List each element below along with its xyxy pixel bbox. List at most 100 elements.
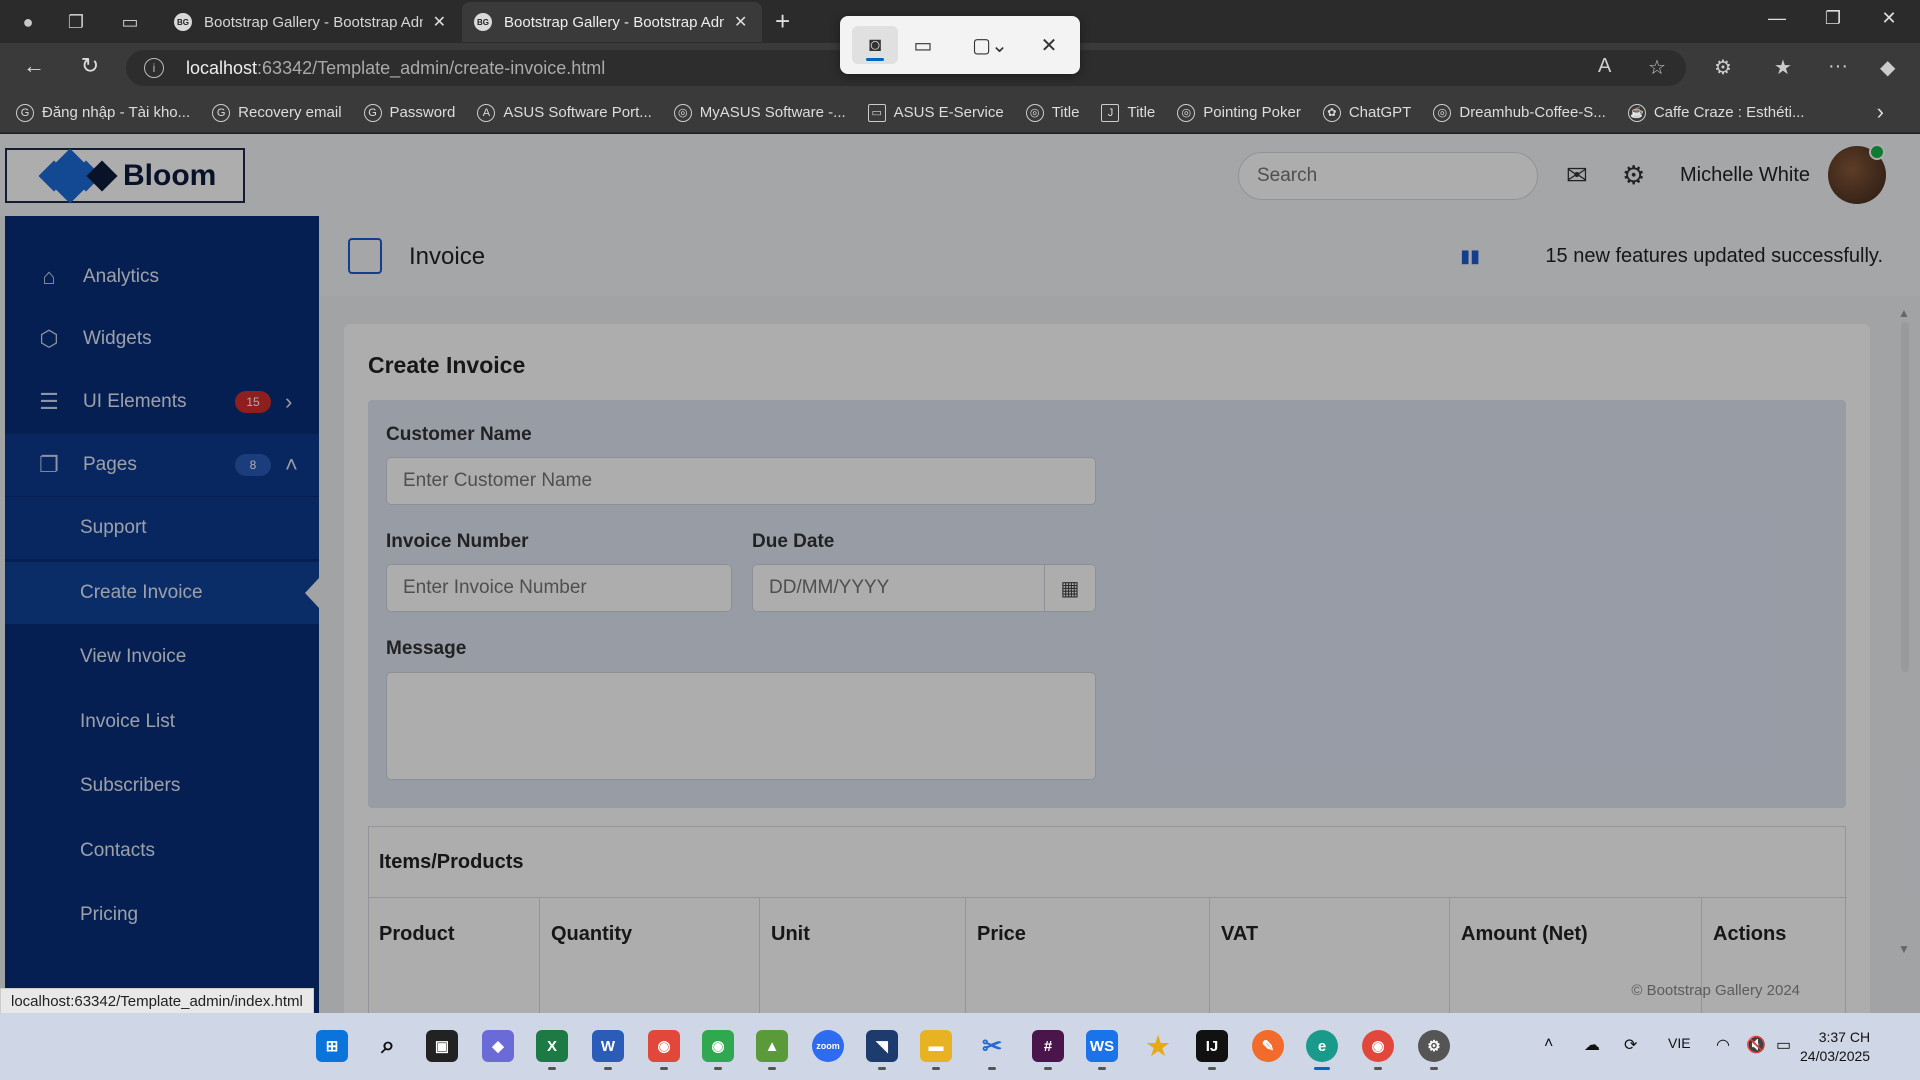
sidebar-item-invoice-list[interactable]: Invoice List — [5, 691, 319, 753]
sidebar-item-analytics[interactable]: ⌂ Analytics — [5, 246, 319, 308]
refresh-icon[interactable]: ↻ — [74, 53, 106, 79]
scroll-thumb[interactable] — [1901, 322, 1909, 672]
sidebar-item-widgets[interactable]: ⬡ Widgets — [5, 308, 319, 370]
favorite-star-icon[interactable]: ☆ — [1648, 55, 1666, 80]
search-icon[interactable]: ⌕ — [372, 1030, 404, 1062]
minimize-icon[interactable]: — — [1754, 8, 1800, 29]
intellij-icon[interactable]: IJ — [1196, 1030, 1228, 1070]
close-tab-icon[interactable]: ✕ — [734, 12, 747, 32]
language-indicator[interactable]: VIE — [1668, 1035, 1691, 1051]
tab-actions-icon[interactable]: ▭ — [116, 8, 144, 36]
slack-icon[interactable]: # — [1032, 1030, 1064, 1070]
workspaces-icon[interactable]: ❐ — [62, 8, 90, 36]
bookmark-item[interactable]: ▭ ASUS E-Service — [867, 103, 1004, 122]
mail-icon[interactable]: ✉ — [1566, 160, 1588, 191]
bookmark-label: MyASUS Software -... — [699, 104, 846, 121]
calendar-icon[interactable]: ▦ — [1044, 564, 1096, 612]
bookmark-item[interactable]: G Recovery email — [212, 103, 342, 122]
sidebar-item-view-invoice[interactable]: View Invoice — [5, 626, 319, 688]
camera-icon[interactable]: ◙ — [852, 26, 898, 64]
battery-icon[interactable]: ▭ — [1776, 1035, 1791, 1055]
bookmark-item[interactable]: J Title — [1101, 103, 1155, 122]
word-icon[interactable]: W — [592, 1030, 624, 1070]
photos-icon[interactable]: ▲ — [756, 1030, 788, 1070]
bookmark-item[interactable]: ☕ Caffe Craze : Esthéti... — [1627, 103, 1805, 122]
sidebar-item-create-invoice[interactable]: Create Invoice — [5, 562, 319, 624]
close-tab-icon[interactable]: ✕ — [433, 12, 446, 32]
sidebar-item-support[interactable]: Support — [5, 497, 319, 559]
customer-name-input[interactable] — [386, 457, 1096, 505]
wifi-icon[interactable]: ◠ — [1716, 1035, 1730, 1055]
chrome-profile-icon[interactable]: ◉ — [702, 1030, 734, 1070]
new-tab-icon[interactable]: + — [775, 6, 790, 37]
invoice-number-input[interactable] — [386, 564, 732, 612]
back-icon[interactable]: ← — [18, 53, 50, 79]
search-input[interactable] — [1238, 152, 1538, 200]
chevron-right-icon[interactable]: › — [1877, 99, 1884, 125]
bookmark-item[interactable]: ◎ Pointing Poker — [1177, 103, 1301, 122]
bookmark-label: Caffe Craze : Esthéti... — [1653, 104, 1805, 121]
bookmark-item[interactable]: ◎ MyASUS Software -... — [673, 103, 846, 122]
mute-icon[interactable]: 🔇 — [1746, 1035, 1766, 1055]
edge-icon[interactable]: e — [1306, 1030, 1338, 1070]
sidebar-item-label: Support — [80, 517, 147, 538]
file-explorer-icon[interactable]: ▬ — [920, 1030, 952, 1070]
logo[interactable]: Bloom — [5, 147, 245, 204]
chevron-up-icon[interactable]: ˄ — [1544, 1035, 1553, 1053]
sidebar-item-subscribers[interactable]: Subscribers — [5, 755, 319, 817]
favorites-icon[interactable]: ★ — [1774, 55, 1792, 80]
copilot-app-icon[interactable]: ◆ — [482, 1030, 514, 1062]
star-app-icon[interactable]: ★ — [1142, 1030, 1174, 1062]
browser-tab-1[interactable]: BG Bootstrap Gallery - Bootstrap Admin T… — [162, 2, 458, 42]
browser-tab-2[interactable]: BG Bootstrap Gallery - Bootstrap Admin T… — [462, 2, 762, 42]
user-name[interactable]: Michelle White — [1680, 164, 1810, 187]
snip-close-icon[interactable]: ✕ — [1026, 26, 1072, 64]
webstorm-icon[interactable]: WS — [1086, 1030, 1118, 1070]
scroll-up-icon[interactable]: ▲ — [1898, 306, 1910, 320]
sidebar-item-label: Contacts — [80, 840, 155, 861]
cloud-icon[interactable]: ☁ — [1584, 1035, 1600, 1055]
chrome-icon[interactable]: ◉ — [648, 1030, 680, 1070]
postman-icon[interactable]: ✎ — [1252, 1030, 1284, 1062]
read-aloud-icon[interactable]: A — [1598, 55, 1611, 78]
gear-icon[interactable]: ⚙ — [1622, 160, 1645, 191]
more-menu-icon[interactable]: ··· — [1828, 55, 1848, 78]
snipping-tool-icon[interactable]: ✂ — [976, 1030, 1008, 1070]
scroll-down-icon[interactable]: ▼ — [1898, 942, 1910, 956]
sidebar-item-contacts[interactable]: Contacts — [5, 820, 319, 882]
bookmark-item[interactable]: ◎ Dreamhub-Coffee-S... — [1433, 103, 1606, 122]
sidebar: ⌂ Analytics ⬡ Widgets ☰ UI Elements 15 ›… — [5, 216, 319, 1013]
copilot-icon[interactable]: ◆ — [1880, 55, 1895, 80]
code-editor-icon[interactable]: ◥ — [866, 1030, 898, 1070]
task-view-icon[interactable]: ▣ — [426, 1030, 458, 1062]
settings-icon[interactable]: ⚙ — [1418, 1030, 1450, 1070]
sidebar-item-label: Widgets — [83, 328, 152, 349]
sidebar-item-pages[interactable]: ❐ Pages 8 ˄ — [5, 434, 319, 496]
extensions-icon[interactable]: ⚙ — [1714, 55, 1732, 80]
profile-icon[interactable]: ● — [14, 8, 42, 36]
windows-start-icon[interactable]: ⊞ — [316, 1030, 348, 1062]
message-textarea[interactable] — [386, 672, 1096, 780]
video-icon[interactable]: ▭ — [900, 26, 946, 64]
sidebar-item-pricing[interactable]: Pricing — [5, 884, 319, 946]
sidebar-item-ui-elements[interactable]: ☰ UI Elements 15 › — [5, 371, 319, 433]
bookmark-item[interactable]: ◎ Title — [1025, 103, 1079, 122]
page-scrollbar[interactable]: ▲ ▼ — [1898, 306, 1912, 956]
folder-icon: ▭ — [867, 103, 886, 122]
restore-icon[interactable]: ❐ — [1810, 8, 1856, 29]
bookmark-item[interactable]: A ASUS Software Port... — [477, 103, 652, 122]
excel-icon[interactable]: X — [536, 1030, 568, 1070]
site-info-icon[interactable]: i — [144, 58, 164, 78]
snip-mode-icon[interactable]: ▢⌄ — [960, 26, 1020, 64]
bookmark-item[interactable]: ✿ ChatGPT — [1322, 103, 1411, 122]
window-close-icon[interactable]: ✕ — [1866, 8, 1912, 29]
due-date-input[interactable] — [752, 564, 1048, 612]
items-title: Items/Products — [379, 851, 524, 873]
zoom-icon[interactable]: zoom — [812, 1030, 844, 1062]
sync-icon[interactable]: ⟳ — [1624, 1035, 1637, 1055]
chrome-alt-icon[interactable]: ◉ — [1362, 1030, 1394, 1070]
clock[interactable]: 3:37 CH 24/03/2025 — [1800, 1028, 1870, 1066]
bookmark-item[interactable]: G Đăng nhập - Tài kho... — [16, 103, 190, 122]
bookmark-item[interactable]: G Password — [363, 103, 455, 122]
logo-text: Bloom — [123, 158, 217, 192]
